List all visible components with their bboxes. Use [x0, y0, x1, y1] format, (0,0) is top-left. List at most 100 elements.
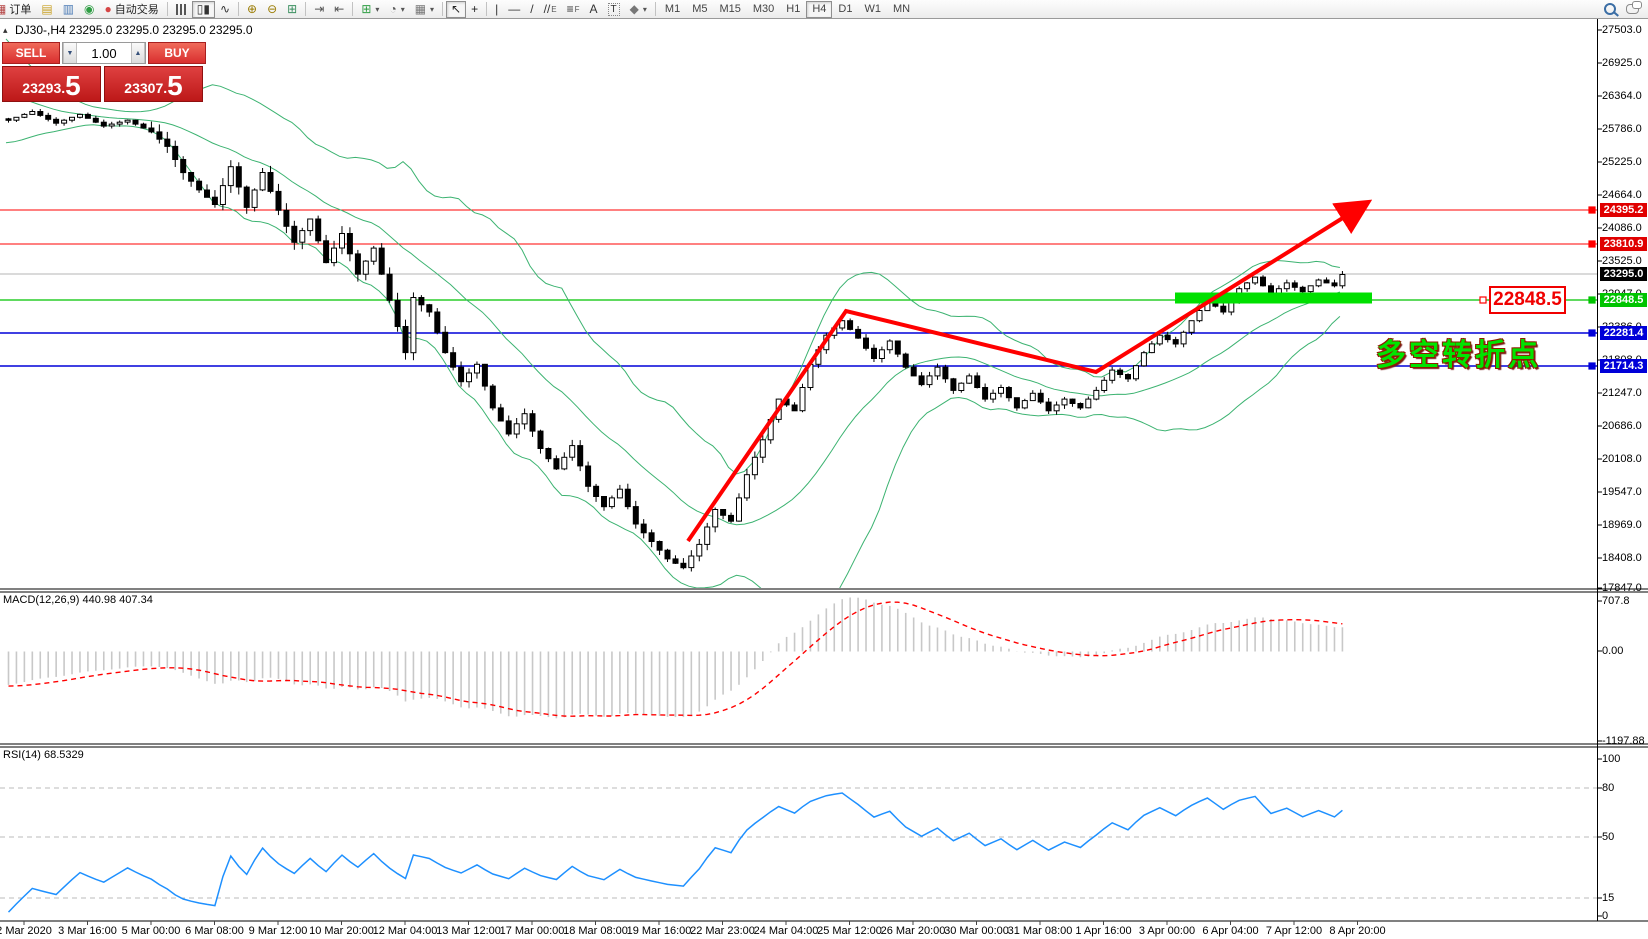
timeframe-button-mn[interactable]: MN	[887, 1, 916, 18]
auto-scroll-icon: ⇥	[314, 3, 324, 15]
bar-chart-icon	[176, 4, 187, 15]
price-tick-label: 26925.0	[1602, 57, 1642, 69]
arrows-button: ◆	[630, 3, 639, 15]
price-tick-label: 27503.0	[1602, 24, 1642, 36]
price-tick-label: 25786.0	[1602, 123, 1642, 135]
signal-icon: ◉	[84, 3, 94, 15]
chart-shift-icon[interactable]: ⇤	[329, 1, 349, 18]
timeframe-button-m15[interactable]: M15	[713, 1, 746, 18]
timeframe-button-m1[interactable]: M1	[659, 1, 686, 18]
volume-stepper: ▼ ▲	[62, 42, 146, 64]
sell-price-big: 5	[65, 73, 81, 99]
horizontal-line-icon[interactable]: —	[503, 1, 525, 18]
text-icon[interactable]: A	[585, 1, 603, 18]
price-badge-21714.3[interactable]: 21714.3	[1600, 359, 1647, 373]
price-tick-label: 24086.0	[1602, 222, 1642, 234]
timeframe-button-d1[interactable]: D1	[832, 1, 858, 18]
buy-price-display[interactable]: 23307.5	[104, 66, 203, 102]
text-icon: A	[590, 3, 598, 15]
price-badge-22281.4[interactable]: 22281.4	[1600, 326, 1647, 340]
zoom-in-icon[interactable]: ⊕	[242, 1, 262, 18]
bar-chart-icon[interactable]	[171, 1, 192, 18]
price-tick-label: 24664.0	[1602, 189, 1642, 201]
chat-icon	[1626, 4, 1639, 14]
line-chart-icon[interactable]: ∿	[215, 1, 235, 18]
volume-up-button[interactable]: ▲	[131, 43, 145, 63]
channel-icon[interactable]: //E	[539, 1, 562, 18]
candlestick-chart-icon[interactable]: ▯▮	[192, 1, 215, 18]
toolbar-separator	[442, 2, 443, 16]
toolbar-separator	[486, 2, 487, 16]
price-badge-24395.2[interactable]: 24395.2	[1600, 203, 1647, 217]
price-badge-22848.5[interactable]: 22848.5	[1600, 293, 1647, 307]
templates-button[interactable]: ▦▾	[410, 1, 439, 18]
zoom-out-icon[interactable]: ⊖	[262, 1, 282, 18]
search-icon[interactable]	[1599, 1, 1621, 18]
market-watch-icon[interactable]: ▥	[58, 1, 79, 18]
periods-button[interactable]: ◔▾	[384, 1, 409, 18]
trendline-icon[interactable]: /	[525, 1, 538, 18]
search-icon	[1604, 3, 1616, 15]
timeframe-button-h4[interactable]: H4	[806, 1, 832, 18]
zoom-out-icon: ⊖	[267, 3, 277, 15]
toolbar-separator	[655, 2, 656, 16]
zoom-in-icon: ⊕	[247, 3, 257, 15]
horizontal-line-icon: —	[508, 3, 520, 15]
crosshair-icon: +	[471, 3, 478, 15]
volume-down-button[interactable]: ▼	[63, 43, 77, 63]
autotrading-button[interactable]: ●自动交易	[100, 1, 164, 18]
timeframe-button-h1[interactable]: H1	[780, 1, 806, 18]
cursor-icon: ↖	[451, 3, 461, 15]
new-chart-button: ⊞	[361, 3, 371, 15]
toolbar-separator	[305, 2, 306, 16]
dropdown-caret-icon: ▾	[643, 5, 647, 14]
periods-button: ◔	[389, 3, 396, 15]
date-label[interactable]: 8 Apr 20:00	[1316, 925, 1400, 937]
sell-price-main: 23293	[22, 77, 61, 99]
new-order-button[interactable]: ▦订单	[0, 1, 36, 18]
one-click-collapse-icon[interactable]: ▴	[3, 25, 8, 36]
sell-price-display[interactable]: 23293.5	[2, 66, 101, 102]
gold-bars-icon[interactable]: ▤	[36, 1, 57, 18]
timeframe-button-m5[interactable]: M5	[686, 1, 713, 18]
price-tick-label: 20686.0	[1602, 420, 1642, 432]
auto-scroll-icon[interactable]: ⇥	[309, 1, 329, 18]
vertical-line-icon[interactable]: |	[490, 1, 503, 18]
timeframe-button-w1[interactable]: W1	[858, 1, 887, 18]
tile-windows-icon[interactable]: ⊞	[282, 1, 302, 18]
chart-canvas[interactable]	[0, 0, 1648, 939]
signal-icon[interactable]: ◉	[79, 1, 99, 18]
channel-icon-sub: E	[551, 5, 556, 14]
timeframe-button-m30[interactable]: M30	[747, 1, 780, 18]
chart-title: DJ30-,H4 23295.0 23295.0 23295.0 23295.0	[15, 23, 253, 37]
cn-annotation-text[interactable]: 多空转折点	[1376, 330, 1541, 374]
macd-tick-label: 0.00	[1602, 645, 1623, 657]
new-order-button: ▦	[0, 3, 6, 15]
market-watch-icon: ▥	[63, 3, 74, 15]
fibonacci-icon: ≡	[567, 3, 574, 15]
text-label-icon[interactable]: T	[603, 1, 625, 18]
dropdown-caret-icon: ▾	[401, 5, 405, 14]
price-badge-23810.9[interactable]: 23810.9	[1600, 237, 1647, 251]
macd-label: MACD(12,26,9) 440.98 407.34	[3, 594, 153, 606]
price-badge-23295.0[interactable]: 23295.0	[1600, 267, 1647, 281]
new-order-button-label: 订单	[9, 1, 31, 17]
dropdown-caret-icon: ▾	[375, 5, 379, 14]
volume-input[interactable]	[77, 43, 131, 63]
crosshair-icon[interactable]: +	[466, 1, 483, 18]
fibonacci-icon[interactable]: ≡F	[562, 1, 585, 18]
price-annotation-box[interactable]: 22848.5	[1489, 286, 1566, 314]
macd-tick-label: -1197.88	[1602, 735, 1645, 747]
chat-icon[interactable]	[1621, 1, 1644, 18]
rsi-tick-label: 15	[1602, 892, 1614, 904]
chart-shift-icon: ⇤	[334, 3, 344, 15]
rsi-tick-label: 100	[1602, 753, 1620, 765]
arrows-button[interactable]: ◆▾	[625, 1, 652, 18]
sell-button[interactable]: SELL	[2, 42, 60, 64]
autotrading-button: ●	[105, 3, 112, 15]
new-chart-button[interactable]: ⊞▾	[356, 1, 384, 18]
cursor-icon[interactable]: ↖	[446, 1, 466, 18]
price-tick-label: 26364.0	[1602, 90, 1642, 102]
buy-button[interactable]: BUY	[148, 42, 206, 64]
buy-price-main: 23307	[124, 77, 163, 99]
